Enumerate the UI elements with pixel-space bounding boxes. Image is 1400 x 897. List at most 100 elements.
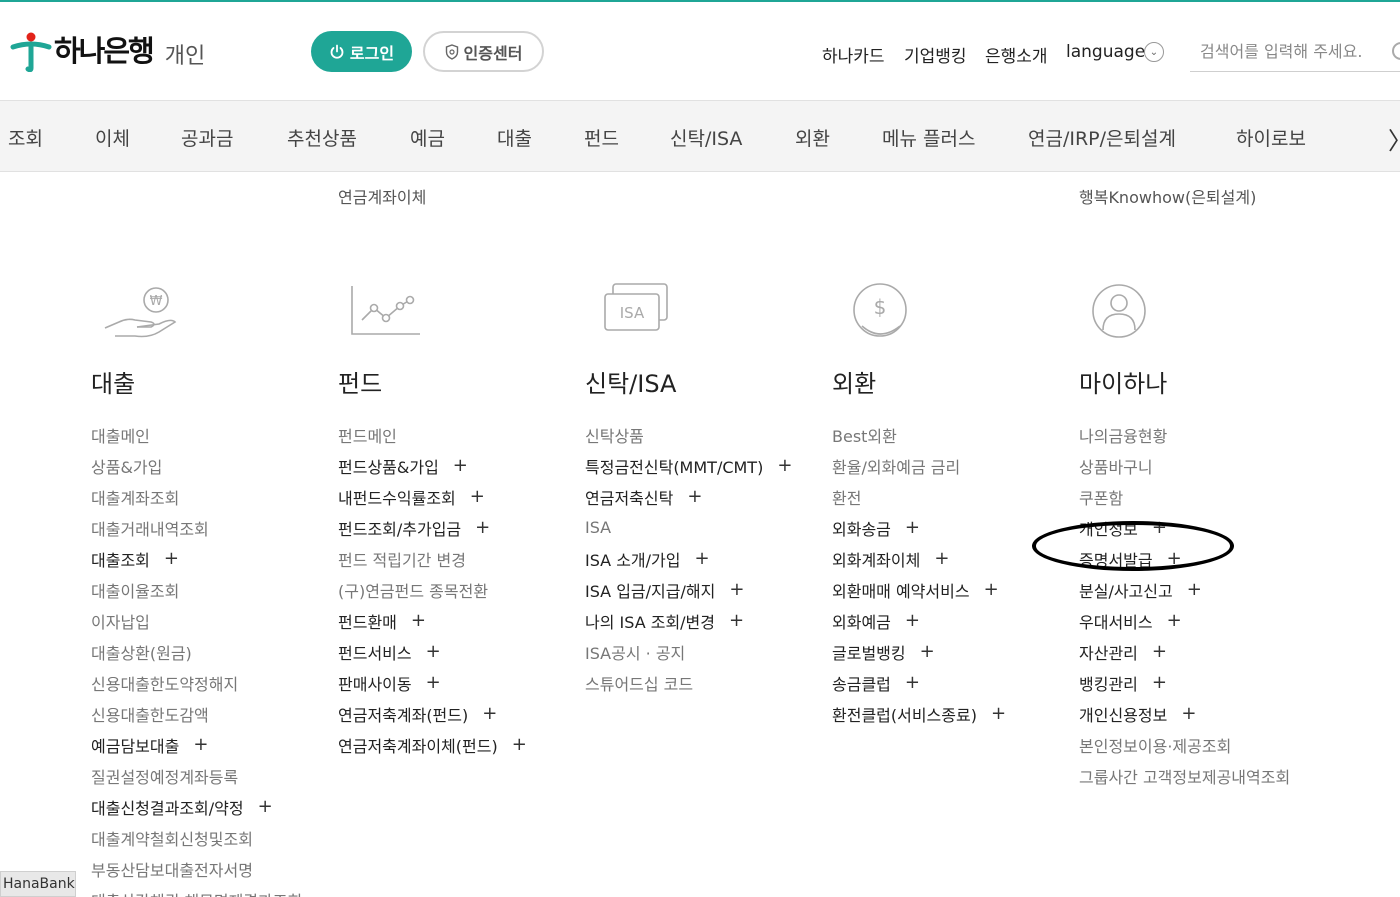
plus-icon[interactable]: +: [1167, 610, 1182, 631]
menu-item[interactable]: Best외환: [832, 419, 1006, 450]
menu-item[interactable]: 신용대출한도약정해지: [91, 667, 302, 698]
menu-item-label[interactable]: 연금저축계좌이체(펀드): [338, 733, 498, 757]
nav-item-utility-bills[interactable]: 공과금: [181, 124, 233, 151]
menu-item-label[interactable]: 대출계약철회신청및조회: [91, 826, 253, 850]
plus-icon[interactable]: +: [934, 548, 949, 569]
menu-item[interactable]: 외환매매 예약서비스 +: [832, 574, 1006, 605]
nav-item-recommended[interactable]: 추천상품: [287, 124, 357, 151]
menu-item-label[interactable]: ISA 입금/지급/해지: [585, 578, 715, 602]
menu-item-label[interactable]: 그룹사간 고객정보제공내역조회: [1079, 764, 1290, 788]
nav-item-fx[interactable]: 외환: [795, 124, 830, 151]
menu-item-label[interactable]: 예금담보대출: [91, 733, 179, 757]
plus-icon[interactable]: +: [984, 579, 999, 600]
plus-icon[interactable]: +: [475, 517, 490, 538]
menu-item-label[interactable]: 외화예금: [832, 609, 891, 633]
menu-item[interactable]: 송금클럽 +: [832, 667, 1006, 698]
nav-item-loan[interactable]: 대출: [497, 124, 532, 151]
link-bank-intro[interactable]: 은행소개: [985, 42, 1048, 67]
menu-item-label[interactable]: 대출계좌조회: [91, 485, 179, 509]
nav-item-transfer[interactable]: 이체: [95, 124, 130, 151]
menu-item[interactable]: 연금저축계좌(펀드) +: [338, 698, 527, 729]
menu-item[interactable]: 글로벌뱅킹 +: [832, 636, 1006, 667]
menu-item-label[interactable]: 부동산담보대출전자서명: [91, 857, 253, 881]
menu-item[interactable]: 펀드메인: [338, 419, 527, 450]
menu-item[interactable]: 본인정보이용·제공조회: [1079, 729, 1290, 760]
plus-icon[interactable]: +: [777, 455, 792, 476]
menu-item[interactable]: 펀드 적립기간 변경: [338, 543, 527, 574]
menu-item-label[interactable]: 환전: [832, 485, 861, 509]
menu-item[interactable]: 환전클럽(서비스종료) +: [832, 698, 1006, 729]
menu-item-label[interactable]: (구)연금펀드 종목전환: [338, 578, 488, 602]
menu-item-label[interactable]: 분실/사고신고: [1079, 578, 1173, 602]
menu-item[interactable]: 연금저축계좌이체(펀드) +: [338, 729, 527, 760]
plus-icon[interactable]: +: [729, 579, 744, 600]
plus-icon[interactable]: +: [512, 734, 527, 755]
menu-item-label[interactable]: 자산관리: [1079, 640, 1138, 664]
menu-item[interactable]: 신탁상품: [585, 419, 792, 450]
menu-item[interactable]: 질권설정예정계좌등록: [91, 760, 302, 791]
menu-item[interactable]: ISA 소개/가입 +: [585, 543, 792, 574]
menu-item[interactable]: 외화예금 +: [832, 605, 1006, 636]
menu-item-label[interactable]: 상품&가입: [91, 454, 162, 478]
plus-icon[interactable]: +: [1152, 641, 1167, 662]
plus-icon[interactable]: +: [1181, 703, 1196, 724]
menu-item-label[interactable]: 개인신용정보: [1079, 702, 1167, 726]
plus-icon[interactable]: +: [193, 734, 208, 755]
menu-item[interactable]: 판매사이동 +: [338, 667, 527, 698]
plus-icon[interactable]: +: [470, 486, 485, 507]
menu-item-label[interactable]: 외화송금: [832, 516, 891, 540]
menu-item-label[interactable]: 뱅킹관리: [1079, 671, 1138, 695]
menu-item-label[interactable]: 펀드메인: [338, 423, 397, 447]
menu-item[interactable]: 나의 ISA 조회/변경 +: [585, 605, 792, 636]
plus-icon[interactable]: +: [1152, 672, 1167, 693]
menu-item-label[interactable]: 쿠폰함: [1079, 485, 1123, 509]
menu-item[interactable]: 대출신청결과조회/약정 +: [91, 791, 302, 822]
menu-item[interactable]: 특정금전신탁(MMT/CMT) +: [585, 450, 792, 481]
menu-item[interactable]: 대출메인: [91, 419, 302, 450]
login-button[interactable]: 로그인: [311, 31, 412, 72]
nav-item-fund[interactable]: 펀드: [584, 124, 619, 151]
menu-item-label[interactable]: 우대서비스: [1079, 609, 1153, 633]
menu-item-label[interactable]: 펀드환매: [338, 609, 397, 633]
menu-item[interactable]: 펀드조회/추가입금 +: [338, 512, 527, 543]
menu-item-label[interactable]: 연금저축신탁: [585, 485, 673, 509]
search-icon[interactable]: [1392, 42, 1400, 60]
menu-item[interactable]: 외화송금 +: [832, 512, 1006, 543]
plus-icon[interactable]: +: [258, 796, 273, 817]
search-input[interactable]: [1190, 32, 1380, 70]
menu-item[interactable]: 대출상각채권 채무면제결과조회: [91, 884, 302, 897]
menu-item[interactable]: 상품바구니: [1079, 450, 1290, 481]
menu-item[interactable]: 자산관리 +: [1079, 636, 1290, 667]
plus-icon[interactable]: +: [905, 517, 920, 538]
menu-item-label[interactable]: 판매사이동: [338, 671, 412, 695]
menu-item-label[interactable]: 특정금전신탁(MMT/CMT): [585, 454, 763, 478]
menu-item-label[interactable]: 이자납입: [91, 609, 150, 633]
hana-bank-logo[interactable]: 하나은행 개인: [10, 30, 205, 73]
plus-icon[interactable]: +: [991, 703, 1006, 724]
menu-item-label[interactable]: 내펀드수익률조회: [338, 485, 456, 509]
nav-item-menu-plus[interactable]: 메뉴 플러스: [882, 124, 975, 151]
menu-item-label[interactable]: 환율/외화예금 금리: [832, 454, 960, 478]
menu-item[interactable]: 대출계좌조회: [91, 481, 302, 512]
link-happy-knowhow[interactable]: 행복Knowhow(은퇴설계): [1079, 184, 1256, 208]
menu-item-label[interactable]: 대출메인: [91, 423, 150, 447]
menu-item[interactable]: 펀드서비스 +: [338, 636, 527, 667]
menu-item[interactable]: 스튜어드십 코드: [585, 667, 792, 698]
menu-item-label[interactable]: 펀드 적립기간 변경: [338, 547, 466, 571]
menu-item-label[interactable]: 신용대출한도약정해지: [91, 671, 238, 695]
menu-item-label[interactable]: 펀드조회/추가입금: [338, 516, 461, 540]
menu-item-label[interactable]: 외화계좌이체: [832, 547, 920, 571]
menu-item-label[interactable]: 대출거래내역조회: [91, 516, 209, 540]
menu-item-label[interactable]: 송금클럽: [832, 671, 891, 695]
link-pension-transfer[interactable]: 연금계좌이체: [338, 184, 426, 208]
nav-item-trust-isa[interactable]: 신탁/ISA: [670, 124, 742, 151]
menu-item-label[interactable]: 대출이율조회: [91, 578, 179, 602]
menu-item[interactable]: 우대서비스 +: [1079, 605, 1290, 636]
plus-icon[interactable]: +: [426, 641, 441, 662]
menu-item[interactable]: 예금담보대출 +: [91, 729, 302, 760]
menu-item-label[interactable]: 나의금융현황: [1079, 423, 1167, 447]
menu-item[interactable]: 상품&가입: [91, 450, 302, 481]
menu-item-label[interactable]: 대출조회: [91, 547, 150, 571]
menu-item-label[interactable]: 펀드서비스: [338, 640, 412, 664]
link-hanacard[interactable]: 하나카드: [822, 42, 885, 67]
